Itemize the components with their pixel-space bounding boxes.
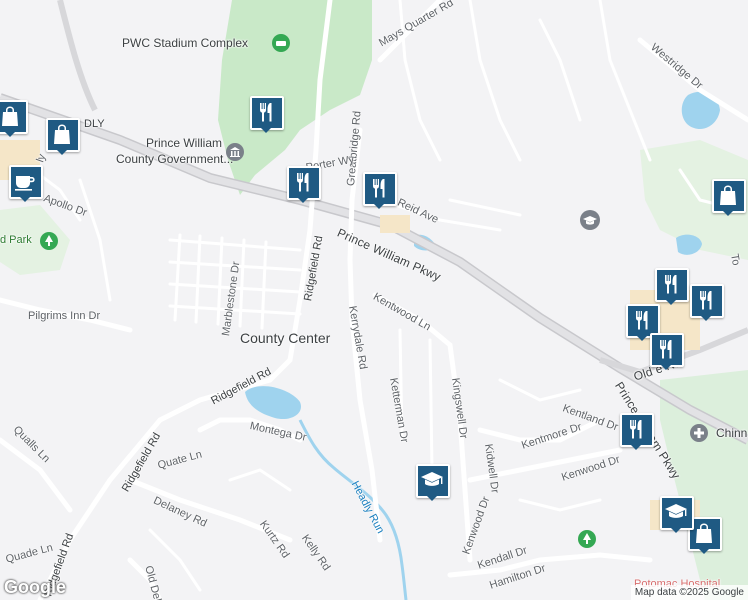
google-logo[interactable]: Google xyxy=(4,577,66,598)
highway-prince-william-pkwy xyxy=(0,94,748,444)
school-poi-icon[interactable] xyxy=(580,210,600,235)
shopping-bag-icon xyxy=(720,185,736,205)
highway-prince-william-pkwy xyxy=(0,93,748,445)
place-label-county-center: County Center xyxy=(240,330,331,346)
poi-label-chinn[interactable]: Chinn xyxy=(716,426,747,440)
highway-route xyxy=(57,0,98,112)
fork-knife-icon xyxy=(373,179,385,198)
fork-knife-icon xyxy=(700,291,712,310)
government-icon[interactable] xyxy=(226,143,244,166)
shopping-bag-icon xyxy=(696,523,712,543)
poi-label-county-government[interactable]: Prince William xyxy=(146,136,222,150)
map-pin-shopping[interactable] xyxy=(712,179,746,216)
graduation-cap-icon xyxy=(421,472,443,486)
water-stream xyxy=(298,419,408,600)
hospital-icon[interactable] xyxy=(690,424,708,447)
road-label-pilgrims-inn-dr: Pilgrims Inn Dr xyxy=(28,310,101,322)
coffee-cup-icon xyxy=(15,176,35,191)
fork-knife-icon xyxy=(630,420,642,439)
park-icon-2[interactable] xyxy=(578,530,596,553)
park-icon[interactable] xyxy=(40,232,58,255)
place-label-dly: DLY xyxy=(84,118,105,130)
map-pin-shopping[interactable] xyxy=(0,100,28,137)
poi-label-county-government-2[interactable]: County Government... xyxy=(116,152,233,166)
fork-knife-icon xyxy=(660,340,672,359)
map-pin-school[interactable] xyxy=(660,496,694,533)
map-view[interactable]: PWC Stadium Complex Prince William Count… xyxy=(0,0,748,600)
graduation-cap-icon xyxy=(665,504,687,518)
map-attribution[interactable]: Map data ©2025 Google xyxy=(630,585,748,600)
map-pin-cafe[interactable] xyxy=(9,165,43,202)
map-pin-restaurant[interactable] xyxy=(655,268,689,305)
map-pin-restaurant[interactable] xyxy=(363,172,397,209)
map-pin-shopping[interactable] xyxy=(46,118,80,155)
fork-knife-icon xyxy=(665,275,677,294)
map-pin-school[interactable] xyxy=(416,464,450,501)
shopping-bag-icon xyxy=(54,124,70,144)
fork-knife-icon xyxy=(297,173,309,192)
map-pin-restaurant[interactable] xyxy=(250,96,284,133)
shopping-bag-icon xyxy=(2,106,18,126)
stadium-icon[interactable] xyxy=(272,34,290,57)
fork-knife-icon xyxy=(636,311,648,330)
water-lake xyxy=(245,386,301,420)
map-pin-restaurant[interactable] xyxy=(620,413,654,450)
poi-label-pwc-stadium[interactable]: PWC Stadium Complex xyxy=(122,36,248,50)
map-pin-restaurant[interactable] xyxy=(287,166,321,203)
fork-knife-icon xyxy=(260,103,272,122)
park-label: d Park xyxy=(0,234,32,246)
map-pin-restaurant[interactable] xyxy=(650,333,684,370)
road-label-to: To xyxy=(728,252,742,267)
map-pin-restaurant[interactable] xyxy=(690,284,724,321)
